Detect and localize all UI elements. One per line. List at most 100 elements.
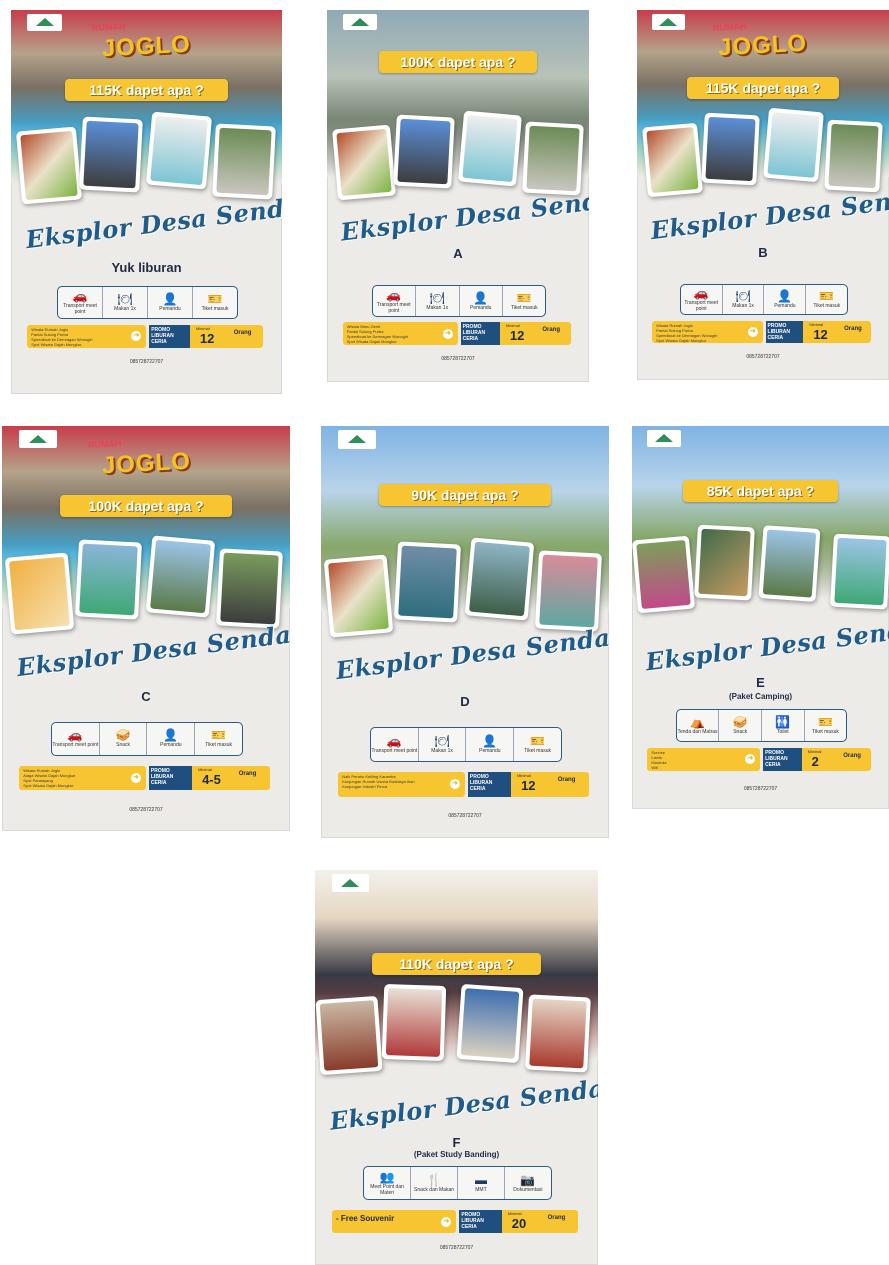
feature-meal: 🍽 Makan 1x xyxy=(723,284,765,315)
photo-tile xyxy=(79,116,143,193)
arrow-right-icon: ➜ xyxy=(747,326,758,337)
photo-tile xyxy=(323,554,394,639)
logo xyxy=(652,13,685,31)
poster-label: A xyxy=(453,246,463,262)
poster-b: RUMAH JOGLO 115K dapet apa ? Eksplor Des… xyxy=(637,10,889,380)
photo-tiles xyxy=(637,108,889,198)
promo-badge: PROMO LIBURAN CERIA xyxy=(763,747,802,771)
photo-tile xyxy=(216,548,284,629)
poster-title: Eksplor Desa Sendang xyxy=(23,187,282,254)
minimum-box: Minimal 4-5 Orang xyxy=(192,766,270,791)
promo-badge: PROMO LIBURAN CERIA xyxy=(459,1209,502,1234)
feature-snack: 🥪 Snack xyxy=(100,722,148,756)
poster-label: F xyxy=(452,1134,461,1150)
feature-transport: 🚗 Transport meet point xyxy=(373,286,417,317)
phone-number: 085728722707 xyxy=(441,355,475,362)
phone-number: 085728722707 xyxy=(439,1245,474,1252)
features-box: ⛺ Tenda dan Matras 🥪 Snack 🚻 Toilet 🎫 Tiket … xyxy=(675,709,848,743)
feature-transport: 🚗 Transport meet point xyxy=(58,287,104,319)
feature-ticket: 🎫 Tiket masuk xyxy=(510,290,538,311)
destinations-bar: Wisata Rumah Joglo Alaga Wisata Gajah Mu… xyxy=(19,766,146,791)
feature-meal: 🍽 Makan 1x xyxy=(419,727,467,761)
photo-tile xyxy=(464,537,535,622)
meal-icon: 🍽 xyxy=(434,733,450,748)
joglo-tag: RUMAH xyxy=(712,20,747,33)
photo-tiles xyxy=(321,537,609,639)
photo-tile xyxy=(521,121,583,196)
poster-title: Eksplor Desa Sendang xyxy=(648,178,889,246)
car-icon: 🚗 xyxy=(67,728,83,743)
feature-camera: 📷 Dokumentasi xyxy=(513,1172,543,1193)
poster-title: Eksplor Desa Sendang xyxy=(643,609,889,677)
logo xyxy=(19,430,57,449)
phone-number: 085728722707 xyxy=(743,786,778,793)
price-banner: 100K dapet apa ? xyxy=(59,494,233,517)
photo-tile xyxy=(74,539,143,620)
photo-tile xyxy=(145,535,216,618)
camera-icon: 📷 xyxy=(520,1172,536,1187)
logo xyxy=(338,430,376,449)
photo-tile xyxy=(762,108,824,184)
photo-tiles xyxy=(315,983,598,1075)
feature-toilet: 🚻 Toilet xyxy=(762,710,805,742)
ticket-icon: 🎫 xyxy=(818,715,833,730)
photo-tile xyxy=(758,525,820,602)
joglo-tag: RUMAH xyxy=(88,438,123,450)
snack-icon: 🥪 xyxy=(115,728,131,743)
destinations-bar: Wisata Waru Genit Pantai Sulung Purba Sp… xyxy=(342,322,458,345)
feature-guide: 👤 Pemandu xyxy=(460,286,503,317)
photo-tile xyxy=(694,524,755,600)
photo-tile xyxy=(830,533,889,610)
ticket-icon: 🎫 xyxy=(207,292,223,307)
tent-icon: ⛺ xyxy=(690,715,705,730)
photo-tile xyxy=(824,119,884,193)
features-box: 🚗 Transport meet point 🍽 Makan 1x 👤 Pemandu… xyxy=(679,283,849,316)
photo-tile xyxy=(393,114,455,189)
minimum-box: Minimal 12 Orang xyxy=(511,772,589,797)
feature-ticket: 🎫 Tiket masuk xyxy=(524,733,552,754)
guide-icon: 👤 xyxy=(482,733,498,748)
feature-transport: 🚗 Transport meet point xyxy=(681,284,723,315)
amenities-bar: Sunrise Listrik Mushola Wifi ➜ xyxy=(647,747,761,771)
feature-meal: 🍽 Makan 1x xyxy=(416,286,460,317)
phone-number: 085728722707 xyxy=(129,806,163,813)
photo-tile xyxy=(393,541,462,624)
price-banner: 85K dapet apa ? xyxy=(683,479,838,502)
toilet-icon: 🚻 xyxy=(775,715,791,730)
ticket-icon: 🎫 xyxy=(516,290,532,305)
photo-tile xyxy=(641,122,703,198)
features-box: 🚗 Transport meet point 🍽 Makan 1x 👤 Pemandu… xyxy=(371,285,547,318)
guide-icon: 👤 xyxy=(163,728,179,743)
meal-icon: 🍽 xyxy=(735,289,751,304)
features-box: 👥 Meet Point dan Materi 🍴 Snack dan Makan … xyxy=(363,1166,552,1200)
photo-tile xyxy=(381,983,447,1061)
feature-guide: 👤 Pemandu xyxy=(148,287,193,319)
photo-tiles xyxy=(2,535,290,635)
feature-meal: 🍽 Makan 1x xyxy=(103,287,148,319)
features-box: 🚗 Transport meet point 🍽 Makan 1x 👤 Pemandu… xyxy=(57,286,238,320)
feature-tent: ⛺ Tenda dan Matras xyxy=(677,710,720,742)
promo-badge: PROMO LIBURAN CERIA xyxy=(467,772,512,797)
feature-meal: 🍴 Snack dan Makan xyxy=(411,1167,458,1199)
promo-badge: PROMO LIBURAN CERIA xyxy=(148,766,193,791)
photo-tile xyxy=(4,552,75,635)
poster-label: D xyxy=(460,693,470,709)
photo-tile xyxy=(525,994,592,1073)
car-icon: 🚗 xyxy=(386,287,402,302)
meal-icon: 🍴 xyxy=(426,1172,442,1187)
feature-transport: 🚗 Transport meet point xyxy=(52,722,100,756)
minimum-box: Minimal 2 Orang xyxy=(801,747,871,771)
feature-transport: 🚗 Transport meet point xyxy=(371,727,419,761)
price-banner: 90K dapet apa ? xyxy=(378,483,552,506)
feature-snack: 🥪 Snack xyxy=(719,710,762,742)
car-icon: 🚗 xyxy=(693,286,709,301)
photo-tile xyxy=(534,550,603,632)
photo-tile xyxy=(331,124,396,201)
ticket-icon: 🎫 xyxy=(211,728,227,743)
photo-tile xyxy=(16,126,82,205)
meal-icon: 🍽 xyxy=(117,292,133,307)
photo-tile xyxy=(212,123,276,200)
poster-title: Eksplor Desa Sendang xyxy=(328,1069,598,1136)
poster-label: E xyxy=(756,674,765,690)
feature-guide: 👤 Pemandu xyxy=(466,727,515,761)
